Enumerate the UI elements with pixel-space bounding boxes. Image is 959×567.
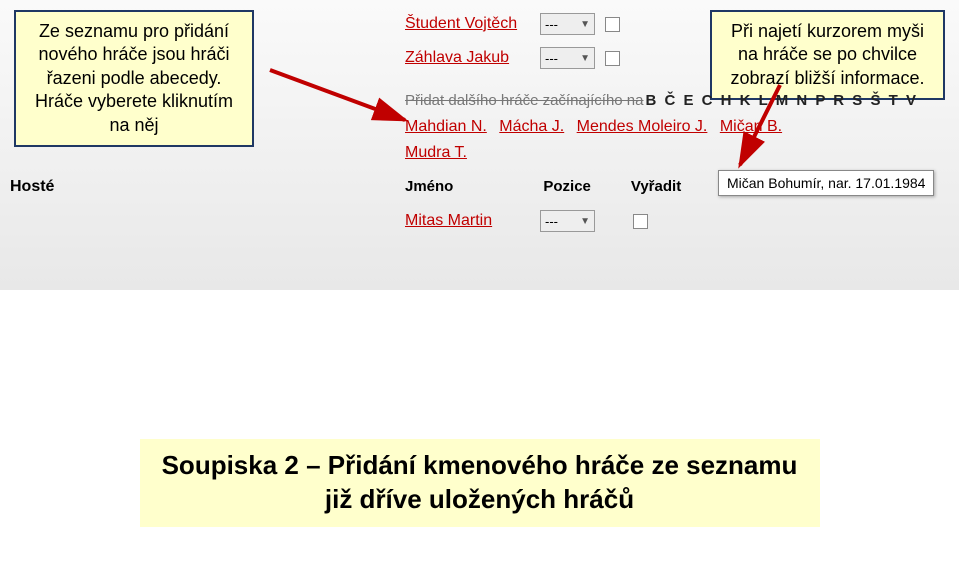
player-row: Študent Vojtěch --- ▼: [405, 10, 620, 38]
candidate-list: Mahdian N. Mácha J. Mendes Moleiro J. Mi…: [405, 114, 790, 165]
player-link[interactable]: Mitas Martin: [405, 212, 540, 230]
candidate-link[interactable]: Mendes Moleiro J.: [577, 118, 708, 135]
candidate-link[interactable]: Mácha J.: [499, 118, 564, 135]
chevron-down-icon: ▼: [580, 19, 590, 30]
col-position: Pozice: [543, 178, 591, 195]
title-line: Soupiska 2 – Přidání kmenového hráče ze …: [160, 449, 800, 483]
remove-checkbox[interactable]: [605, 51, 620, 66]
callout-text: na něj: [30, 114, 238, 137]
select-value: ---: [545, 214, 558, 229]
col-remove: Vyřadit: [631, 178, 681, 195]
candidate-link[interactable]: Mičan B.: [720, 118, 782, 135]
alpha-filter: Přidat dalšího hráče začínajícího na B Č…: [405, 92, 918, 109]
slide-title: Soupiska 2 – Přidání kmenového hráče ze …: [140, 439, 820, 527]
position-select[interactable]: --- ▼: [540, 47, 595, 69]
callout-text: řazeni podle abecedy.: [30, 67, 238, 90]
player-tooltip: Mičan Bohumír, nar. 17.01.1984: [718, 170, 934, 196]
player-link[interactable]: Študent Vojtěch: [405, 15, 540, 33]
candidate-link[interactable]: Mahdian N.: [405, 118, 487, 135]
arrow-annotation: [260, 60, 420, 140]
col-name: Jméno: [405, 178, 453, 195]
select-value: ---: [545, 51, 558, 66]
callout-left: Ze seznamu pro přidání nového hráče jsou…: [14, 10, 254, 147]
callout-text: na hráče se po chvilce: [726, 43, 929, 66]
chevron-down-icon: ▼: [580, 216, 590, 227]
callout-text: Ze seznamu pro přidání: [30, 20, 238, 43]
callout-text: Hráče vyberete kliknutím: [30, 90, 238, 113]
remove-checkbox[interactable]: [633, 214, 648, 229]
position-select[interactable]: --- ▼: [540, 210, 595, 232]
callout-text: zobrazí bližší informace.: [726, 67, 929, 90]
chevron-down-icon: ▼: [580, 53, 590, 64]
alpha-prefix: Přidat dalšího hráče začínajícího na: [405, 92, 643, 109]
candidate-link[interactable]: Mudra T.: [405, 144, 467, 161]
alpha-letters[interactable]: B Č E C H K L M N P R S Š T V: [645, 92, 917, 109]
position-select[interactable]: --- ▼: [540, 13, 595, 35]
guest-table-header: Jméno Pozice Vyřadit: [405, 178, 681, 195]
remove-checkbox[interactable]: [605, 17, 620, 32]
callout-text: Při najetí kurzorem myši: [726, 20, 929, 43]
guests-section-label: Hosté: [10, 178, 54, 196]
select-value: ---: [545, 17, 558, 32]
player-row: Záhlava Jakub --- ▼: [405, 44, 620, 72]
player-link[interactable]: Záhlava Jakub: [405, 49, 540, 67]
title-line: již dříve uložených hráčů: [160, 483, 800, 517]
guest-row: Mitas Martin --- ▼: [405, 210, 648, 232]
callout-text: nového hráče jsou hráči: [30, 43, 238, 66]
callout-right: Při najetí kurzorem myši na hráče se po …: [710, 10, 945, 100]
existing-players-list: Študent Vojtěch --- ▼ Záhlava Jakub --- …: [405, 10, 620, 78]
